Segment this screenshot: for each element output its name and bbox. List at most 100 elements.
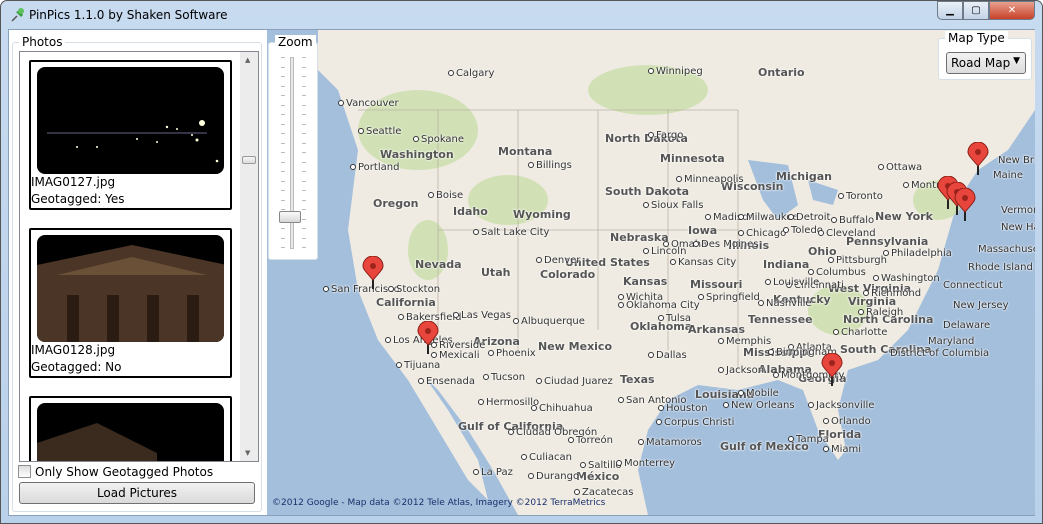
- map-pin-icon[interactable]: [967, 141, 989, 176]
- photo-item[interactable]: IMAG0128.jpg Geotagged: No: [29, 228, 232, 378]
- map-city-label: Ciudad Juarez: [536, 376, 613, 387]
- map-city-label: Chicago: [738, 228, 786, 239]
- scrollbar-thumb[interactable]: [242, 156, 256, 164]
- zoom-tick: [281, 66, 285, 68]
- map-region-label: Nebraska: [610, 231, 669, 244]
- zoom-tick: [302, 209, 306, 210]
- map-callout-label: Connecticut: [943, 280, 1003, 291]
- map-region-label: Iowa: [688, 224, 718, 237]
- map-city-label: Matamoros: [638, 437, 702, 448]
- map-region-label: Texas: [620, 373, 655, 386]
- zoom-tick: [302, 95, 306, 96]
- map-pin-icon[interactable]: [362, 255, 384, 290]
- map-city-label: Monterrey: [616, 458, 675, 469]
- map-region-label: Colorado: [540, 268, 596, 281]
- map-city-label: Winnipeg: [648, 66, 703, 77]
- map-city-label: La Paz: [473, 467, 513, 478]
- chevron-down-icon: ▼: [1013, 56, 1020, 66]
- map-type-value: Road Map: [951, 56, 1011, 70]
- zoom-tick: [281, 142, 285, 144]
- photo-geotag-status: Geotagged: No: [31, 360, 122, 374]
- map-city-label: Spokane: [413, 134, 464, 145]
- map-city-label: Dallas: [648, 350, 687, 361]
- map-city-label: Pittsburgh: [828, 255, 887, 266]
- map-city-label: Richmond: [863, 288, 921, 299]
- photo-item[interactable]: [29, 396, 232, 461]
- zoom-tick: [281, 152, 285, 153]
- photo-filename: IMAG0127.jpg: [31, 175, 116, 189]
- zoom-tick: [281, 104, 285, 106]
- map-pin-icon[interactable]: [954, 187, 976, 222]
- only-geotagged-checkbox[interactable]: [18, 465, 31, 478]
- map-city-label: Seattle: [358, 126, 401, 137]
- map-city-label: Las Vegas: [453, 310, 511, 321]
- map-region-label: Utah: [481, 266, 511, 279]
- map-city-label: Portland: [350, 162, 399, 173]
- map-callout-label: Maryland: [928, 336, 975, 347]
- load-pictures-button[interactable]: Load Pictures: [19, 482, 255, 504]
- map-city-label: Hermosillo: [478, 397, 539, 408]
- minimize-button[interactable]: ▁: [937, 1, 963, 20]
- map-city-label: Detroit: [788, 212, 830, 223]
- zoom-tick: [281, 123, 285, 125]
- photo-list[interactable]: IMAG0127.jpg Geotagged: Yes IMAG0128.jpg…: [19, 51, 259, 462]
- photo-item[interactable]: IMAG0127.jpg Geotagged: Yes: [29, 60, 232, 210]
- map-region-label: Minnesota: [660, 152, 725, 165]
- map-region-label: Wyoming: [513, 208, 571, 221]
- zoom-tick: [281, 57, 285, 58]
- map-pin-icon[interactable]: [821, 352, 843, 387]
- scroll-down-icon[interactable]: ▼: [245, 449, 250, 457]
- map-city-label: Phoenix: [488, 348, 536, 359]
- zoom-tick: [281, 114, 285, 115]
- map-city-label: Fargo: [648, 130, 683, 141]
- map-pin-icon[interactable]: [417, 320, 439, 355]
- map-region-label: Michigan: [776, 170, 832, 183]
- map-city-label: Jacksonville: [808, 400, 874, 411]
- zoom-tick: [281, 85, 285, 87]
- zoom-tick: [302, 180, 306, 182]
- map-city-label: Kansas City: [670, 257, 736, 268]
- map-city-label: Springfield: [698, 292, 760, 303]
- zoom-tick: [302, 133, 306, 134]
- map-region-label: Missouri: [690, 278, 743, 291]
- zoom-tick: [302, 152, 306, 153]
- photo-list-scrollbar[interactable]: ▲ ▼: [240, 52, 258, 461]
- map-region-label: Nevada: [415, 258, 462, 271]
- photo-thumbnail: [37, 403, 224, 461]
- zoom-tick: [302, 161, 306, 163]
- map-region-label: México: [576, 470, 620, 483]
- map-city-label: Sioux Falls: [643, 200, 703, 211]
- map-city-label: Orlando: [823, 416, 871, 427]
- zoom-tick: [302, 85, 306, 87]
- map-city-label: Salt Lake City: [473, 227, 549, 238]
- map-city-label: Des Moines: [693, 239, 758, 250]
- map-city-label: Durango: [528, 471, 579, 482]
- zoom-tick: [281, 180, 285, 182]
- zoom-slider-thumb[interactable]: [279, 211, 301, 223]
- maximize-button[interactable]: ▢: [963, 1, 989, 20]
- close-button[interactable]: ✕: [989, 1, 1035, 20]
- map-city-label: Miami: [823, 444, 861, 455]
- zoom-tick: [281, 95, 285, 96]
- map-callout-label: District of Columbia: [890, 348, 990, 359]
- map-view[interactable]: Washington Oregon Idaho Montana Wyoming Nevad…: [318, 30, 1035, 515]
- map-city-label: Denver: [536, 255, 580, 266]
- map-callout-label: New Jersey: [953, 300, 1009, 311]
- map-region-label: California: [376, 296, 436, 309]
- zoom-label: Zoom: [275, 35, 316, 49]
- pushpin-logo-icon: [11, 8, 24, 22]
- map-type-dropdown[interactable]: Road Map ▼: [946, 52, 1026, 74]
- zoom-tick: [281, 133, 285, 134]
- map-city-label: Mobile: [738, 388, 779, 399]
- map-callout-label: Vermont: [1001, 205, 1035, 216]
- map-region-label: South Dakota: [605, 185, 690, 198]
- map-city-label: Boise: [428, 190, 463, 201]
- photos-group-label: Photos: [19, 35, 66, 49]
- zoom-tick: [302, 104, 306, 106]
- zoom-tick: [302, 218, 306, 220]
- zoom-tick: [302, 76, 306, 77]
- map-city-label: Culiacan: [521, 452, 572, 463]
- scroll-up-icon[interactable]: ▲: [245, 56, 250, 64]
- map-callout-label: New Hampshire: [1001, 222, 1035, 233]
- photo-thumbnail: [37, 235, 224, 342]
